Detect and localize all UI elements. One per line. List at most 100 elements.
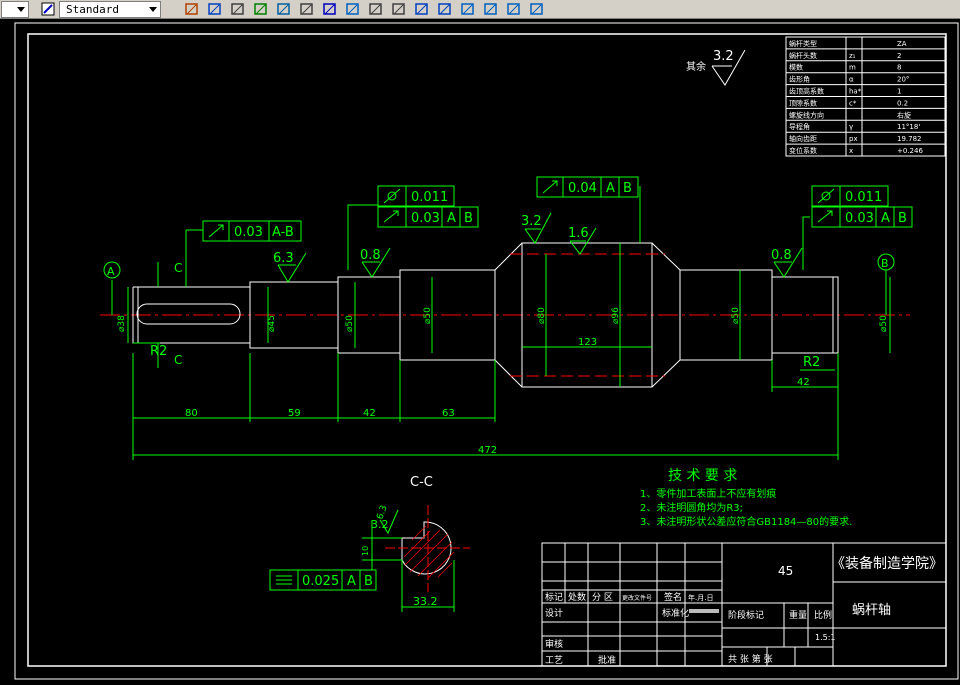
param-cell: 模数 bbox=[789, 63, 803, 72]
svg-text:年.月.日: 年.月.日 bbox=[688, 593, 713, 602]
len-123: 123 bbox=[578, 337, 597, 348]
param-cell: 20° bbox=[897, 76, 909, 84]
param-cell: 蜗杆头数 bbox=[789, 51, 817, 60]
text-style-icon[interactable] bbox=[40, 1, 56, 17]
fillet-icon[interactable] bbox=[483, 1, 499, 17]
trim-icon[interactable] bbox=[391, 1, 407, 17]
dia-80: ⌀80 bbox=[537, 307, 547, 324]
svg-text:处数: 处数 bbox=[568, 591, 586, 603]
svg-text:0.03: 0.03 bbox=[845, 211, 874, 226]
param-cell: 齿顶高系数 bbox=[789, 87, 824, 96]
extend-icon[interactable] bbox=[414, 1, 430, 17]
svg-text:0.8: 0.8 bbox=[360, 248, 381, 263]
cad-drawing: 其余 3.2 蜗杆类型 ZA 蜗杆头数 z₁ 2 模数 m 8 齿形角 α 20° 齿顶高系数 ha* 1… bbox=[14, 22, 959, 680]
svg-text:比例: 比例 bbox=[814, 609, 832, 621]
svg-text:B: B bbox=[464, 211, 473, 226]
svg-text:审核: 审核 bbox=[545, 638, 563, 650]
dia-50-d: ⌀50 bbox=[879, 315, 889, 332]
dia-45: ⌀45 bbox=[267, 315, 277, 332]
param-cell: c* bbox=[849, 99, 857, 107]
svg-text:0.03: 0.03 bbox=[234, 225, 263, 240]
section-c-bottom: C bbox=[174, 353, 182, 367]
svg-text:B: B bbox=[623, 181, 632, 196]
param-cell: 11°18' bbox=[897, 123, 920, 131]
parameter-table: 蜗杆类型 ZA 蜗杆头数 z₁ 2 模数 m 8 齿形角 α 20° 齿顶高系数 ha* 1 顶隙系数 c* 0… bbox=[785, 36, 946, 157]
len-472: 472 bbox=[478, 445, 497, 456]
dia-96: ⌀96 bbox=[611, 307, 621, 324]
svg-text:标准化: 标准化 bbox=[662, 607, 689, 619]
param-cell: 螺旋线方向 bbox=[789, 110, 824, 119]
datum-b: B bbox=[881, 257, 889, 270]
dia-38: ⌀38 bbox=[117, 315, 127, 332]
svg-text:共 张 第 张: 共 张 第 张 bbox=[728, 653, 773, 665]
svg-text:A: A bbox=[347, 574, 356, 589]
tech-title: 技 术 要 求 bbox=[668, 468, 737, 484]
svg-text:6.3: 6.3 bbox=[273, 251, 294, 266]
svg-text:工艺: 工艺 bbox=[545, 655, 563, 666]
param-cell: 顶隙系数 bbox=[789, 98, 817, 107]
explode-icon[interactable] bbox=[506, 1, 522, 17]
param-cell: m bbox=[849, 64, 856, 72]
param-cell: 19.782 bbox=[897, 135, 922, 143]
param-cell: 2 bbox=[897, 52, 901, 60]
svg-text:0.025: 0.025 bbox=[302, 574, 339, 589]
style-dropdown[interactable]: Standard bbox=[59, 1, 161, 18]
param-cell: x bbox=[849, 147, 853, 155]
len-42a: 42 bbox=[363, 408, 376, 419]
param-cell: px bbox=[849, 135, 858, 143]
toolbar-dropdown-arrow[interactable] bbox=[1, 1, 29, 18]
toolbar: Standard bbox=[0, 0, 960, 19]
svg-text:设计: 设计 bbox=[545, 607, 563, 619]
dia-50-c: ⌀50 bbox=[731, 307, 741, 324]
section-title: C-C bbox=[410, 475, 433, 490]
title-block-texts: 45 《装备制造学院》 蜗杆轴 1.5:1 标记 处数 分 区 更改文件号 签名… bbox=[545, 555, 943, 666]
roughness-other-value: 3.2 bbox=[713, 49, 734, 64]
param-cell: 导程角 bbox=[789, 122, 810, 131]
dimension-icon[interactable] bbox=[207, 1, 223, 17]
svg-text:0.03: 0.03 bbox=[411, 211, 440, 226]
svg-text:33.2: 33.2 bbox=[413, 595, 438, 608]
part-name: 蜗杆轴 bbox=[852, 602, 891, 618]
param-cell: γ bbox=[849, 123, 853, 131]
svg-text:B: B bbox=[364, 574, 373, 589]
len-63: 63 bbox=[442, 408, 455, 419]
dimension-texts: 80 59 42 63 472 42 123 R2 R2 C C ⌀38 ⌀45… bbox=[117, 261, 889, 456]
svg-text:10: 10 bbox=[361, 546, 370, 556]
svg-text:批准: 批准 bbox=[598, 654, 616, 666]
svg-text:0.04: 0.04 bbox=[568, 181, 597, 196]
section-view: 0.025 A B 33.2 3.2 6.3 10 bbox=[269, 504, 470, 612]
chamfer-icon[interactable] bbox=[460, 1, 476, 17]
rotate-icon[interactable] bbox=[322, 1, 338, 17]
param-cell: 轴向齿距 bbox=[789, 134, 817, 143]
material: 45 bbox=[778, 564, 793, 578]
scale-icon[interactable] bbox=[345, 1, 361, 17]
svg-text:A: A bbox=[606, 181, 615, 196]
properties-icon[interactable] bbox=[529, 1, 545, 17]
mirror-icon[interactable] bbox=[230, 1, 246, 17]
svg-text:B: B bbox=[898, 211, 907, 226]
hatch-icon[interactable] bbox=[253, 1, 269, 17]
svg-text:A: A bbox=[881, 211, 890, 226]
tech-3: 3、未注明形状公差应符合GB1184—80的要求. bbox=[640, 515, 852, 528]
svg-text:更改文件号: 更改文件号 bbox=[622, 594, 652, 602]
svg-text:3.2: 3.2 bbox=[521, 214, 542, 229]
svg-text:重量: 重量 bbox=[789, 609, 807, 621]
param-cell: 1 bbox=[897, 88, 901, 96]
param-cell: 右旋 bbox=[897, 110, 911, 119]
edit-icon[interactable] bbox=[184, 1, 200, 17]
svg-text:签名: 签名 bbox=[664, 591, 682, 603]
dia-50-a: ⌀50 bbox=[345, 315, 355, 332]
param-cell: 变位系数 bbox=[789, 146, 817, 155]
array-icon[interactable] bbox=[276, 1, 292, 17]
param-cell: α bbox=[849, 76, 854, 84]
move-icon[interactable] bbox=[299, 1, 315, 17]
drawing-canvas[interactable]: 其余 3.2 蜗杆类型 ZA 蜗杆头数 z₁ 2 模数 m 8 齿形角 α 20° 齿顶高系数 ha* 1… bbox=[0, 19, 960, 681]
len-80: 80 bbox=[185, 408, 198, 419]
svg-text:分 区: 分 区 bbox=[592, 592, 613, 603]
param-cell: ha* bbox=[849, 88, 862, 96]
radius-right: R2 bbox=[803, 355, 820, 370]
tech-1: 1、零件加工表面上不应有划痕 bbox=[640, 487, 776, 500]
break-icon[interactable] bbox=[437, 1, 453, 17]
stretch-icon[interactable] bbox=[368, 1, 384, 17]
svg-text:阶段标记: 阶段标记 bbox=[728, 609, 764, 621]
